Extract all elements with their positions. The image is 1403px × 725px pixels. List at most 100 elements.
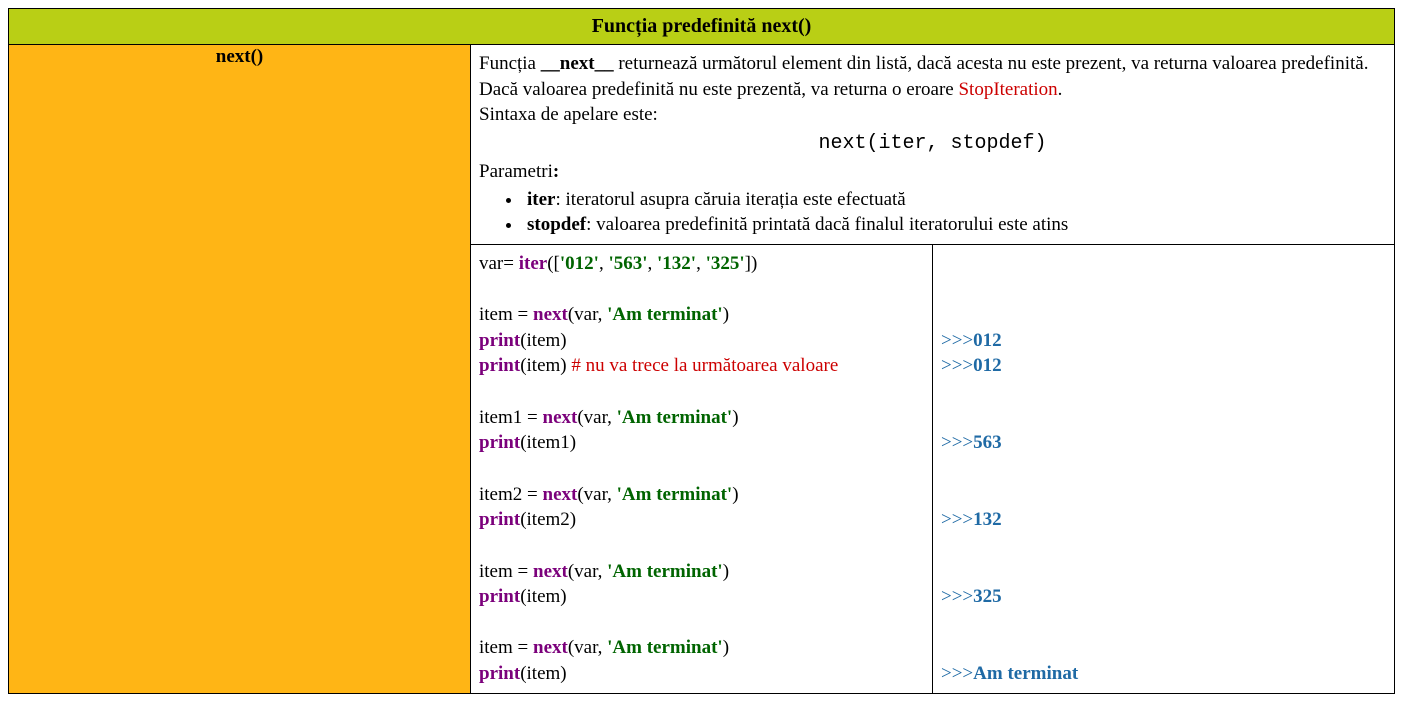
- blank-line: [479, 276, 924, 302]
- keyword: iter: [519, 253, 547, 274]
- string-literal: 'Am terminat': [607, 637, 723, 658]
- param-item: stopdef: valoarea predefinită printată d…: [523, 212, 1386, 238]
- string-literal: 'Am terminat': [617, 484, 733, 505]
- string-literal: '325': [706, 253, 745, 274]
- param-item: iter: iteratorul asupra căruia iterația …: [523, 187, 1386, 213]
- text: item =: [479, 561, 533, 582]
- text: ,: [696, 253, 706, 274]
- blank-line: [479, 379, 924, 405]
- text: (item1): [520, 432, 576, 453]
- output-value: 012: [973, 355, 1002, 376]
- code-line: print(item): [479, 328, 924, 354]
- blank-line: [479, 533, 924, 559]
- output-line: >>>132: [941, 507, 1386, 533]
- text: var=: [479, 253, 519, 274]
- param-desc: : valoarea predefinită printată dacă fin…: [586, 214, 1068, 235]
- desc-line3: Sintaxa de apelare este:: [479, 102, 1386, 128]
- output-line: >>>325: [941, 584, 1386, 610]
- text: (item): [520, 330, 566, 351]
- code-line: item = next(var, 'Am terminat'): [479, 559, 924, 585]
- output-cell: >>>012 >>>012 >>>563 >>>132 >>>325 >>>Am…: [933, 244, 1395, 693]
- output-value: 325: [973, 586, 1002, 607]
- text: ): [732, 484, 738, 505]
- text: :: [553, 161, 559, 182]
- repl-prompt: >>>: [941, 355, 973, 376]
- table-header: Funcția predefinită next(): [9, 9, 1395, 45]
- desc-line2: Dacă valoarea predefinită nu este prezen…: [479, 77, 1386, 103]
- blank-line: [941, 482, 1386, 508]
- code-line: print(item): [479, 584, 924, 610]
- keyword: print: [479, 663, 520, 684]
- code-line: print(item1): [479, 430, 924, 456]
- text: item2 =: [479, 484, 543, 505]
- code-line: print(item) # nu va trece la următoarea …: [479, 353, 924, 379]
- text: .: [1058, 79, 1063, 100]
- keyword: next: [543, 407, 578, 428]
- function-name: next(): [216, 46, 263, 67]
- repl-prompt: >>>: [941, 432, 973, 453]
- repl-prompt: >>>: [941, 586, 973, 607]
- repl-prompt: >>>: [941, 509, 973, 530]
- blank-line: [941, 635, 1386, 661]
- string-literal: '132': [657, 253, 696, 274]
- blank-line: [941, 379, 1386, 405]
- blank-line: [941, 302, 1386, 328]
- string-literal: '563': [608, 253, 647, 274]
- text: Parametri: [479, 161, 553, 182]
- text: (item2): [520, 509, 576, 530]
- repl-prompt: >>>: [941, 330, 973, 351]
- keyword: print: [479, 330, 520, 351]
- text: (item): [520, 663, 566, 684]
- repl-prompt: >>>: [941, 663, 973, 684]
- text: Dacă valoarea predefinită nu este prezen…: [479, 79, 958, 100]
- text: Funcția: [479, 53, 541, 74]
- code-line: item2 = next(var, 'Am terminat'): [479, 482, 924, 508]
- keyword: print: [479, 432, 520, 453]
- text: (var,: [577, 407, 616, 428]
- keyword: next: [533, 637, 568, 658]
- keyword: print: [479, 355, 520, 376]
- text: (var,: [568, 561, 607, 582]
- text: ): [723, 637, 729, 658]
- output-line: >>>012: [941, 328, 1386, 354]
- text: (var,: [568, 304, 607, 325]
- string-literal: 'Am terminat': [617, 407, 733, 428]
- output-line: >>>Am terminat: [941, 661, 1386, 687]
- blank-line: [941, 533, 1386, 559]
- syntax-line: next(iter, stopdef): [479, 130, 1386, 157]
- code-line: item = next(var, 'Am terminat'): [479, 302, 924, 328]
- blank-line: [941, 456, 1386, 482]
- blank-line: [479, 610, 924, 636]
- string-literal: 'Am terminat': [607, 304, 723, 325]
- text: ,: [599, 253, 609, 274]
- blank-line: [479, 456, 924, 482]
- param-name: stopdef: [527, 214, 586, 235]
- function-name-cell: next(): [9, 45, 471, 694]
- string-literal: 'Am terminat': [607, 561, 723, 582]
- text: ([: [547, 253, 560, 274]
- keyword: print: [479, 586, 520, 607]
- code-cell: var= iter(['012', '563', '132', '325']) …: [471, 244, 933, 693]
- header-title: Funcția predefinită next(): [592, 15, 812, 37]
- params-heading: Parametri:: [479, 159, 1386, 185]
- param-desc: : iteratorul asupra căruia iterația este…: [555, 189, 905, 210]
- blank-line: [941, 251, 1386, 277]
- text: item1 =: [479, 407, 543, 428]
- blank-line: [941, 405, 1386, 431]
- output-value: 132: [973, 509, 1002, 530]
- description-cell: Funcția __next__ returnează următorul el…: [471, 45, 1395, 245]
- keyword: next: [543, 484, 578, 505]
- blank-line: [941, 276, 1386, 302]
- output-line: >>>012: [941, 353, 1386, 379]
- code-line: print(item): [479, 661, 924, 687]
- param-name: iter: [527, 189, 555, 210]
- text: ,: [648, 253, 658, 274]
- keyword: print: [479, 509, 520, 530]
- blank-line: [941, 610, 1386, 636]
- keyword: next: [533, 304, 568, 325]
- output-value: 563: [973, 432, 1002, 453]
- output-value: 012: [973, 330, 1002, 351]
- desc-line1: Funcția __next__ returnează următorul el…: [479, 51, 1386, 77]
- text: (item): [520, 586, 566, 607]
- blank-line: [941, 559, 1386, 585]
